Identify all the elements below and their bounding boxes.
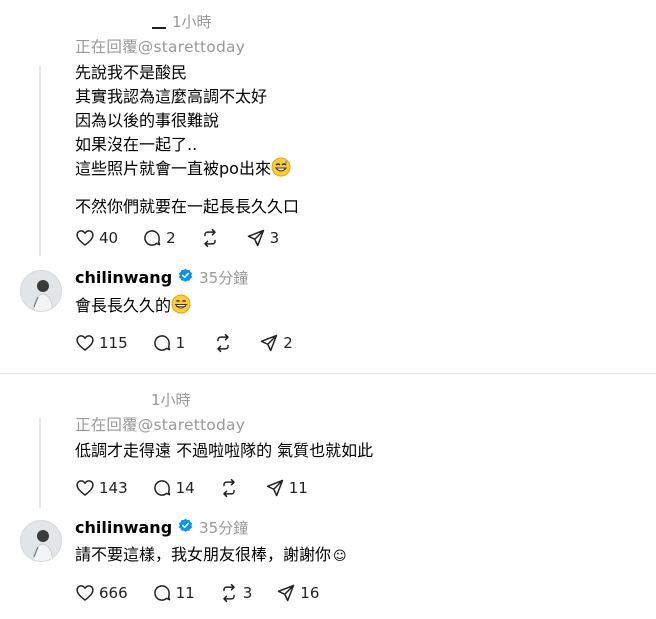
thread-line <box>39 66 41 256</box>
reply-time: 35分鐘 <box>199 519 249 537</box>
like-button[interactable]: 666 <box>75 583 128 603</box>
reply-text: 請不要這樣，我女朋友很棒，謝謝你 ☺ <box>75 543 347 569</box>
share-icon <box>260 334 278 352</box>
reply-to-label[interactable]: 正在回覆@starettoday <box>75 35 245 57</box>
share-count: 3 <box>269 229 280 247</box>
share-button[interactable]: 16 <box>276 583 319 603</box>
share-icon <box>278 584 295 602</box>
heart-icon <box>76 585 94 601</box>
comment-icon <box>153 335 170 351</box>
reply-text-content: 會長長久久的 <box>75 296 172 315</box>
reply-count: 11 <box>175 584 195 602</box>
comment-line: 不然你們就要在一起長長久久口 <box>75 195 299 219</box>
reply-button[interactable]: 1 <box>152 333 186 353</box>
comment-line: 先說我不是酸民 <box>75 63 188 82</box>
reply-time: 35分鐘 <box>199 269 249 287</box>
comment-text: 先說我不是酸民 其實我認為這麼高調不太好 因為以後的事很難說 如果沒在一起了..… <box>75 61 299 219</box>
comment-actions: 40 2 3 <box>75 228 279 248</box>
comment-time: 1小時 <box>151 391 191 409</box>
reply-count: 2 <box>166 229 176 247</box>
grinning-sweat-emoji <box>271 157 291 184</box>
share-count: 16 <box>300 584 320 602</box>
repost-button[interactable]: 3 <box>219 583 253 603</box>
reply-count: 14 <box>175 479 195 497</box>
repost-icon <box>222 583 235 603</box>
heart-icon <box>76 230 94 246</box>
heart-icon <box>76 480 94 496</box>
username-redacted <box>152 27 166 29</box>
like-button[interactable]: 115 <box>75 333 128 353</box>
comment-line: 這些照片就會一直被po出來 <box>75 157 299 184</box>
reply-count: 1 <box>175 334 186 352</box>
share-icon <box>247 229 264 247</box>
thread-line <box>39 418 41 508</box>
share-button[interactable]: 3 <box>246 228 280 248</box>
repost-button[interactable] <box>200 228 220 248</box>
username[interactable]: chilinwang <box>75 518 172 537</box>
like-count: 115 <box>99 334 128 352</box>
grinning-emoji <box>171 294 191 321</box>
verified-badge-icon <box>178 268 193 287</box>
repost-icon <box>203 228 216 248</box>
repost-icon <box>222 478 235 498</box>
repost-button[interactable] <box>219 478 239 498</box>
like-count: 40 <box>99 229 119 247</box>
repost-icon <box>217 333 229 353</box>
reply-actions: 666 11 3 16 <box>75 583 319 603</box>
reply-button[interactable]: 11 <box>152 583 195 603</box>
smiley-icon: ☺ <box>333 549 347 564</box>
divider <box>0 373 656 374</box>
verified-badge-icon <box>178 518 193 537</box>
heart-icon <box>76 335 94 351</box>
like-button[interactable]: 40 <box>75 228 118 248</box>
avatar[interactable] <box>20 270 62 312</box>
share-count: 2 <box>283 334 293 352</box>
reply-button[interactable]: 14 <box>152 478 195 498</box>
comment-line-tail: 口 <box>283 197 300 216</box>
reply-button[interactable]: 2 <box>142 228 176 248</box>
reply-header: chilinwang 35分鐘 <box>75 267 248 288</box>
repost-button[interactable] <box>213 333 233 353</box>
reply-to-label[interactable]: 正在回覆@starettoday <box>75 413 245 435</box>
comment-line-text: 這些照片就會一直被po出來 <box>75 159 271 178</box>
comment-line: 因為以後的事很難說 <box>75 111 220 130</box>
like-count: 666 <box>99 584 128 602</box>
comment-line: 如果沒在一起了.. <box>75 135 198 154</box>
repost-count: 3 <box>242 584 253 602</box>
comment-line-text: 不然你們就要在一起長長久久 <box>75 197 284 216</box>
reply-header: chilinwang 35分鐘 <box>75 517 248 538</box>
username[interactable]: chilinwang <box>75 268 172 287</box>
comment-text: 低調才走得遠 不過啦啦隊的 氣質也就如此 <box>75 441 374 460</box>
share-button[interactable]: 2 <box>259 333 293 353</box>
share-icon <box>266 479 283 497</box>
reply-text-content: 請不要這樣，我女朋友很棒，謝謝你 <box>75 545 332 564</box>
avatar[interactable] <box>20 520 62 562</box>
comment-actions: 143 14 11 <box>75 478 308 498</box>
share-count: 11 <box>288 479 308 497</box>
comment-time: 1小時 <box>172 13 212 31</box>
comment-icon <box>144 230 161 246</box>
comment-line: 其實我認為這麼高調不太好 <box>75 87 268 106</box>
reply-text: 會長長久久的 <box>75 294 191 321</box>
reply-actions: 115 1 2 <box>75 333 293 353</box>
comment-icon <box>153 480 170 496</box>
like-count: 143 <box>99 479 128 497</box>
comment-icon <box>153 585 170 601</box>
like-button[interactable]: 143 <box>75 478 128 498</box>
share-button[interactable]: 11 <box>265 478 308 498</box>
